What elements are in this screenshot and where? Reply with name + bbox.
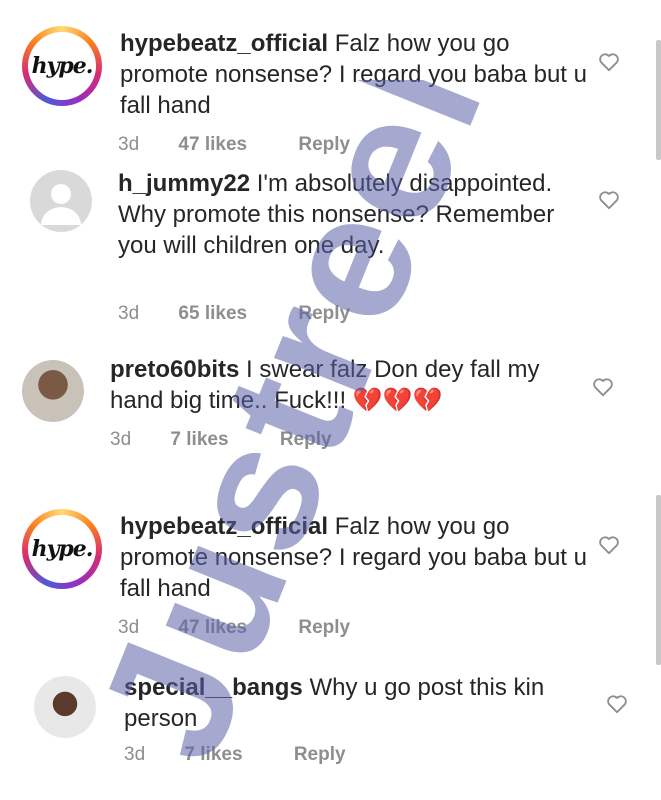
- heart-icon[interactable]: [592, 377, 614, 397]
- heart-icon[interactable]: [598, 190, 620, 210]
- comment-meta: 3d 7 likes Reply: [110, 429, 332, 451]
- heart-icon[interactable]: [598, 52, 620, 72]
- scrollbar[interactable]: [656, 495, 661, 665]
- scrollbar[interactable]: [656, 40, 661, 160]
- reply-button[interactable]: Reply: [280, 429, 332, 451]
- comment-likes[interactable]: 7 likes: [170, 429, 228, 451]
- comment-item: hype. hypebeatz_official Falz how you go…: [0, 0, 661, 170]
- avatar[interactable]: [30, 170, 92, 232]
- reply-button[interactable]: Reply: [298, 134, 350, 156]
- avatar[interactable]: [34, 676, 96, 738]
- avatar[interactable]: [22, 360, 84, 422]
- comment-item: special__bangs Why u go post this kin pe…: [0, 660, 661, 800]
- reply-button[interactable]: Reply: [298, 617, 350, 639]
- comment-time: 3d: [110, 429, 132, 450]
- comment-body: special__bangs Why u go post this kin pe…: [124, 672, 584, 734]
- reply-button[interactable]: Reply: [294, 744, 346, 766]
- comment-username[interactable]: preto60bits: [110, 356, 239, 383]
- comment-likes[interactable]: 47 likes: [178, 617, 247, 639]
- comment-body: h_jummy22 I'm absolutely disappointed. W…: [118, 168, 588, 261]
- comment-username[interactable]: hypebeatz_official: [120, 30, 328, 57]
- comment-body: hypebeatz_official Falz how you go promo…: [120, 511, 590, 604]
- comment-meta: 3d 47 likes Reply: [118, 134, 350, 156]
- comment-time: 3d: [118, 134, 140, 155]
- reply-button[interactable]: Reply: [298, 303, 350, 325]
- comment-username[interactable]: hypebeatz_official: [120, 513, 328, 540]
- comment-likes[interactable]: 65 likes: [178, 303, 247, 325]
- comment-meta: 3d 7 likes Reply: [124, 744, 346, 766]
- comment-body: preto60bits I swear falz Don dey fall my…: [110, 354, 580, 416]
- comment-body: hypebeatz_official Falz how you go promo…: [120, 28, 590, 121]
- comment-item: h_jummy22 I'm absolutely disappointed. W…: [0, 165, 661, 340]
- comment-likes[interactable]: 47 likes: [178, 134, 247, 156]
- comment-meta: 3d 47 likes Reply: [118, 617, 350, 639]
- comment-username[interactable]: h_jummy22: [118, 170, 250, 197]
- hype-logo: hype.: [28, 515, 96, 583]
- comment-meta: 3d 65 likes Reply: [118, 303, 350, 325]
- heart-icon[interactable]: [598, 535, 620, 555]
- heart-icon[interactable]: [606, 694, 628, 714]
- avatar[interactable]: hype.: [22, 509, 102, 589]
- comment-time: 3d: [124, 744, 146, 765]
- comment-time: 3d: [118, 303, 140, 324]
- default-avatar-icon: [41, 184, 81, 225]
- comment-item: preto60bits I swear falz Don dey fall my…: [0, 345, 661, 475]
- avatar[interactable]: hype.: [22, 26, 102, 106]
- comment-username[interactable]: special__bangs: [124, 674, 303, 701]
- comment-time: 3d: [118, 617, 140, 638]
- comment-item: hype. hypebeatz_official Falz how you go…: [0, 485, 661, 655]
- comment-likes[interactable]: 7 likes: [184, 744, 242, 766]
- hype-logo: hype.: [28, 32, 96, 100]
